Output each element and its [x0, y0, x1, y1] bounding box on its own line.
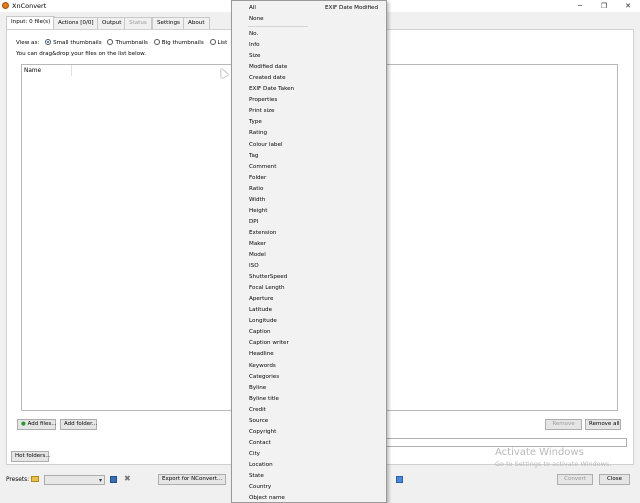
menu-item[interactable]: Colour label [249, 142, 282, 148]
add-files-label: Add files... [27, 421, 57, 427]
menu-item[interactable]: Size [249, 53, 260, 59]
add-files-button[interactable]: ● Add files... [17, 419, 56, 430]
menu-item[interactable]: Object name [249, 495, 285, 501]
menu-item[interactable]: Country [249, 484, 271, 490]
menu-item[interactable]: Byline title [249, 396, 279, 402]
menu-item[interactable]: Caption [249, 329, 271, 335]
chevron-down-icon: ▾ [98, 477, 102, 484]
menu-item-all[interactable]: All [249, 5, 256, 11]
window-title: XnConvert [12, 2, 47, 10]
menu-item[interactable]: No. [249, 31, 258, 37]
tab-about[interactable]: About [183, 17, 210, 29]
tab-status: Status [124, 17, 152, 29]
menu-item[interactable]: Focal Length [249, 285, 285, 291]
menu-item[interactable]: Keywords [249, 363, 276, 369]
minimize-button[interactable]: ─ [568, 0, 592, 12]
menu-item[interactable]: Aperture [249, 296, 273, 302]
convert-button[interactable]: Convert [557, 474, 593, 485]
menu-item[interactable]: ShutterSpeed [249, 274, 287, 280]
menu-item[interactable]: Longitude [249, 318, 277, 324]
folder-icon[interactable] [31, 476, 39, 482]
tab-settings[interactable]: Settings [152, 17, 185, 29]
menu-item[interactable]: Extension [249, 230, 276, 236]
radio-list[interactable] [209, 39, 216, 45]
menu-item[interactable]: Maker [249, 241, 266, 247]
activation-watermark-title: Activate Windows [495, 447, 584, 458]
drag-drop-hint: You can drag&drop your files on the list… [16, 51, 146, 57]
save-icon[interactable] [110, 476, 117, 483]
view-as-label: View as: [16, 40, 40, 46]
menu-item[interactable]: Height [249, 208, 268, 214]
menu-item[interactable]: Model [249, 252, 266, 258]
menu-item[interactable]: Tag [249, 153, 258, 159]
menu-item[interactable]: Created date [249, 75, 286, 81]
menu-item[interactable]: Comment [249, 164, 276, 170]
menu-item[interactable]: Location [249, 462, 273, 468]
menu-separator [248, 26, 308, 27]
add-folder-button[interactable]: Add folder... [60, 419, 97, 430]
column-chooser-menu: All EXIF Date Modified None No. Info Size M… [231, 0, 387, 503]
menu-item[interactable]: City [249, 451, 260, 457]
menu-item[interactable]: Latitude [249, 307, 272, 313]
menu-item[interactable]: Credit [249, 407, 266, 413]
menu-item[interactable]: Ratio [249, 186, 263, 192]
presets-label: Presets: [6, 477, 30, 483]
menu-item[interactable]: ISO [249, 263, 259, 269]
menu-item[interactable]: Headline [249, 351, 274, 357]
xnconvert-app-icon [2, 2, 9, 9]
menu-item[interactable]: Type [249, 119, 262, 125]
menu-item[interactable]: Copyright [249, 429, 276, 435]
menu-item[interactable]: Folder [249, 175, 266, 181]
menu-item[interactable]: DPI [249, 219, 258, 225]
menu-item-none[interactable]: None [249, 16, 264, 22]
info-icon[interactable] [396, 476, 403, 483]
menu-item-exif-date-modified[interactable]: EXIF Date Modified [325, 5, 378, 11]
menu-item[interactable]: Contact [249, 440, 271, 446]
remove-button[interactable]: Remove [545, 419, 582, 430]
menu-item[interactable]: Byline [249, 385, 266, 391]
delete-icon[interactable]: ✖ [124, 474, 131, 483]
view-option-big-thumbnails[interactable]: Big thumbnails [162, 40, 204, 46]
tab-output[interactable]: Output [97, 17, 127, 29]
radio-big-thumbnails[interactable] [153, 39, 160, 45]
close-window-button[interactable]: ✕ [616, 0, 640, 12]
menu-item[interactable]: Print size [249, 108, 275, 114]
remove-all-button[interactable]: Remove all [585, 419, 621, 430]
menu-item[interactable]: Modified date [249, 64, 287, 70]
activation-watermark-text: Go to Settings to activate Windows. [495, 460, 612, 468]
menu-item[interactable]: EXIF Date Taken [249, 86, 294, 92]
preset-select[interactable]: ▾ [44, 475, 105, 485]
view-as-row: View as: Small thumbnails Thumbnails Big… [16, 39, 227, 46]
tab-input[interactable]: Input: 0 file(s) [6, 16, 56, 29]
close-button[interactable]: Close [599, 474, 630, 485]
tab-actions[interactable]: Actions [0/0] [53, 17, 99, 29]
progress-bar [386, 438, 627, 447]
hot-folders-button[interactable]: Hot folders... [11, 451, 50, 462]
menu-item[interactable]: Width [249, 197, 265, 203]
menu-item[interactable]: Source [249, 418, 268, 424]
menu-item[interactable]: State [249, 473, 264, 479]
export-nconvert-button[interactable]: Export for NConvert... [158, 474, 226, 485]
view-option-thumbnails[interactable]: Thumbnails [115, 40, 148, 46]
menu-item[interactable]: Rating [249, 130, 267, 136]
menu-item[interactable]: Info [249, 42, 260, 48]
view-option-small-thumbnails[interactable]: Small thumbnails [53, 40, 102, 46]
maximize-button[interactable]: ❐ [592, 0, 616, 12]
radio-thumbnails[interactable] [107, 39, 114, 45]
column-divider[interactable] [71, 65, 72, 76]
column-header-name[interactable]: Name [24, 68, 41, 74]
view-option-list[interactable]: List [218, 40, 228, 46]
menu-item[interactable]: Categories [249, 374, 279, 380]
menu-item[interactable]: Properties [249, 97, 277, 103]
menu-item[interactable]: Caption writer [249, 340, 289, 346]
radio-small-thumbnails[interactable] [45, 39, 52, 45]
plus-icon: ● [21, 421, 26, 427]
